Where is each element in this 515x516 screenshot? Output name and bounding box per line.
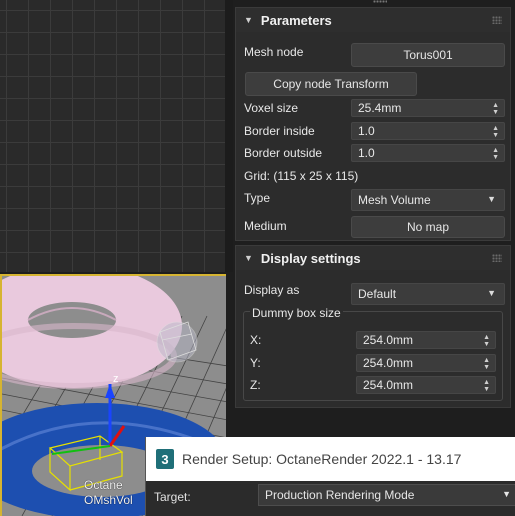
viewport-object-label: Octane OMshVol <box>84 478 144 508</box>
border-outside-value: 1.0 <box>358 146 375 160</box>
rollout-grip-icon[interactable] <box>492 254 502 262</box>
border-inside-value: 1.0 <box>358 124 375 138</box>
mesh-node-label: Mesh node <box>244 45 304 59</box>
mesh-node-button[interactable]: Torus001 <box>351 43 505 67</box>
rollout-grip-icon[interactable] <box>492 16 502 24</box>
spinner-arrows-icon[interactable]: ▲ ▼ <box>483 334 490 348</box>
viewport-divider <box>225 0 233 272</box>
z-label: Z: <box>250 378 261 392</box>
medium-label: Medium <box>244 219 287 233</box>
voxel-size-value: 25.4mm <box>358 101 402 115</box>
parameters-title: Parameters <box>260 12 332 28</box>
z-size-value: 254.0mm <box>363 378 414 392</box>
y-size-spinner[interactable]: 254.0mm ▲ ▼ <box>356 354 496 372</box>
medium-map-button[interactable]: No map <box>351 216 505 238</box>
dummy-box-size-title: Dummy box size <box>250 306 343 320</box>
collapse-triangle-icon: ▼ <box>244 253 253 263</box>
chevron-down-icon: ▼ <box>487 288 496 298</box>
render-setup-window: 3 Render Setup: OctaneRender 2022.1 - 13… <box>145 437 515 516</box>
octane-label-line1: Octane <box>84 478 123 492</box>
type-label: Type <box>244 191 271 205</box>
target-dropdown[interactable]: Production Rendering Mode ▼ <box>258 484 515 506</box>
x-label: X: <box>250 333 262 347</box>
display-as-value: Default <box>358 287 397 301</box>
display-settings-title: Display settings <box>260 250 361 266</box>
border-outside-spinner[interactable]: 1.0 ▲ ▼ <box>351 144 505 162</box>
type-dropdown[interactable]: Mesh Volume ▼ <box>351 189 505 211</box>
y-label: Y: <box>250 356 261 370</box>
spinner-arrows-icon[interactable]: ▲ ▼ <box>492 125 499 139</box>
voxel-size-spinner[interactable]: 25.4mm ▲ ▼ <box>351 99 505 117</box>
spinner-arrows-icon[interactable]: ▲ ▼ <box>483 379 490 393</box>
target-label: Target: <box>154 490 191 504</box>
type-value: Mesh Volume <box>358 193 431 207</box>
collapse-triangle-icon: ▼ <box>244 15 253 25</box>
display-settings-rollout-header[interactable]: ▼ Display settings <box>236 246 510 270</box>
render-setup-titlebar[interactable]: 3 Render Setup: OctaneRender 2022.1 - 13… <box>146 437 515 481</box>
z-size-spinner[interactable]: 254.0mm ▲ ▼ <box>356 376 496 394</box>
grid-size-text: Grid: (115 x 25 x 115) <box>244 169 359 183</box>
display-as-dropdown[interactable]: Default ▼ <box>351 283 505 305</box>
chevron-down-icon: ▼ <box>502 489 511 499</box>
border-outside-label: Border outside <box>244 146 323 160</box>
border-inside-label: Border inside <box>244 124 315 138</box>
spinner-arrows-icon[interactable]: ▲ ▼ <box>483 357 490 371</box>
pink-torus[interactable] <box>2 276 182 389</box>
display-settings-rollout: ▼ Display settings Display as Default ▼ … <box>235 245 511 408</box>
3dsmax-logo-icon: 3 <box>156 449 174 469</box>
gizmo-z-label: z <box>113 373 119 385</box>
panel-drag-handle[interactable] <box>373 0 387 3</box>
x-size-spinner[interactable]: 254.0mm ▲ ▼ <box>356 331 496 349</box>
border-inside-spinner[interactable]: 1.0 ▲ ▼ <box>351 122 505 140</box>
voxel-size-label: Voxel size <box>244 101 299 115</box>
parameters-rollout-header[interactable]: ▼ Parameters <box>236 8 510 32</box>
render-setup-title: Render Setup: OctaneRender 2022.1 - 13.1… <box>182 451 462 467</box>
copy-node-transform-button[interactable]: Copy node Transform <box>245 72 417 96</box>
y-size-value: 254.0mm <box>363 356 414 370</box>
spinner-arrows-icon[interactable]: ▲ ▼ <box>492 147 499 161</box>
top-viewport[interactable] <box>0 0 225 272</box>
x-size-value: 254.0mm <box>363 333 414 347</box>
volume-gizmo[interactable] <box>156 321 198 363</box>
octane-label-line2: OMshVol <box>84 493 133 507</box>
chevron-down-icon: ▼ <box>487 194 496 204</box>
spinner-arrows-icon[interactable]: ▲ ▼ <box>492 102 499 116</box>
display-as-label: Display as <box>244 283 300 297</box>
parameters-rollout: ▼ Parameters Mesh node Torus001 Copy nod… <box>235 7 511 241</box>
target-value: Production Rendering Mode <box>265 488 415 502</box>
